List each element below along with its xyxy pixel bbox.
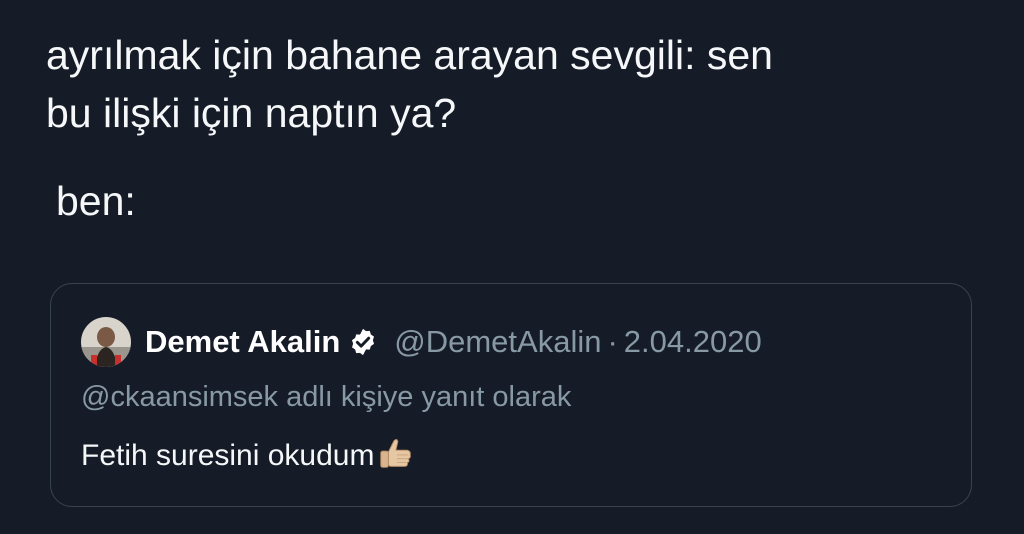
thumbs-up-icon bbox=[380, 439, 412, 468]
quoted-tweet-text: Fetih suresini okudum bbox=[81, 439, 375, 472]
user-avatar[interactable] bbox=[81, 317, 131, 367]
tweet-date[interactable]: 2.04.2020 bbox=[624, 324, 762, 360]
display-name[interactable]: Demet Akalin bbox=[145, 324, 340, 360]
verified-badge-icon bbox=[352, 328, 375, 356]
separator-dot: · bbox=[607, 324, 618, 359]
tweet-text-line-2: bu ilişki için naptın ya? bbox=[46, 90, 457, 136]
tweet-text: ayrılmak için bahane arayan sevgili: sen… bbox=[46, 26, 1006, 230]
quoted-tweet-header: Demet Akalin @DemetAkalin · 2.04.2020 bbox=[81, 316, 762, 368]
quoted-tweet-body: Fetih suresini okudum bbox=[81, 439, 414, 473]
user-handle[interactable]: @DemetAkalin bbox=[394, 324, 601, 360]
quoted-tweet-card[interactable]: Demet Akalin @DemetAkalin · 2.04.2020 @c… bbox=[50, 283, 972, 507]
tweet-text-line-3: ben: bbox=[56, 178, 136, 224]
tweet-text-line-1: ayrılmak için bahane arayan sevgili: sen bbox=[46, 32, 773, 78]
reply-context: @ckaansimsek adlı kişiye yanıt olarak bbox=[81, 381, 572, 413]
